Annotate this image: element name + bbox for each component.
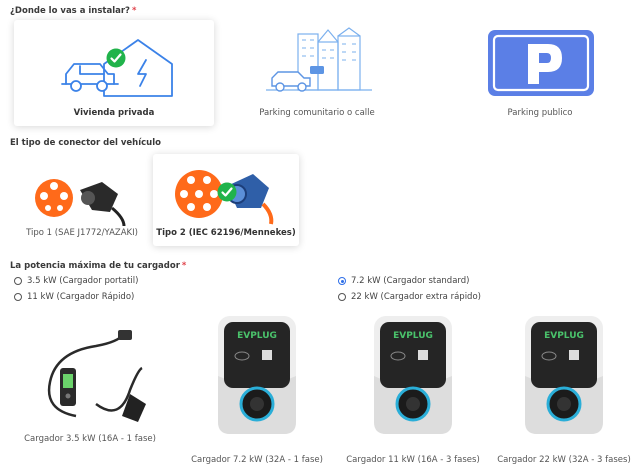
option-parking-publico[interactable]: Parking publico [470,20,610,126]
radio-button[interactable] [338,277,346,285]
option-label: Tipo 1 (SAE J1772/YAZAKI) [26,228,138,238]
check-icon [106,48,126,68]
building-car-icon [266,27,372,92]
option-label: Tipo 2 (IEC 62196/Mennekes) [156,228,296,238]
wallbox-charger-image: EVPLUG [374,316,452,434]
radio-button[interactable] [338,293,346,301]
charger-label: Cargador 11 kW (16A - 3 fases) [346,455,480,465]
charger-option-11kw[interactable]: EVPLUG Cargador 11 kW (16A - 3 fases) [338,316,488,465]
power-question: La potencia máxima de tu cargador * [10,261,187,271]
portable-charger-image [47,330,146,422]
power-option-7-2kw[interactable]: 7.2 kW (Cargador standard) [338,276,469,286]
charger-label: Cargador 3.5 kW (16A - 1 fase) [24,434,156,444]
power-option-3-5kw[interactable]: 3.5 kW (Cargador portatil) [14,276,138,286]
option-label: Parking publico [507,108,573,118]
charger-label: Cargador 22 kW (32A - 3 fases) [497,455,631,465]
brand-logo: EVPLUG [237,331,277,341]
brand-logo: EVPLUG [544,331,584,341]
option-tipo-2[interactable]: Tipo 2 (IEC 62196/Mennekes) [153,154,299,246]
radio-button[interactable] [14,293,22,301]
brand-logo: EVPLUG [393,331,433,341]
charger-option-7-2kw[interactable]: EVPLUG Cargador 7.2 kW (32A - 1 fase) [182,316,332,465]
option-parking-comunitario[interactable]: Parking comunitario o calle [252,20,382,126]
option-label: Vivienda privada [73,108,155,118]
parking-sign-icon [488,30,594,96]
power-option-11kw[interactable]: 11 kW (Cargador Rápido) [14,292,134,302]
installation-question: ¿Donde lo vas a instalar? * [10,6,137,16]
wallbox-charger-image: EVPLUG [218,316,296,434]
charger-option-3-5kw[interactable]: Cargador 3.5 kW (16A - 1 fase) [22,330,158,444]
option-vivienda-privada[interactable]: Vivienda privada [14,20,214,126]
power-option-22kw[interactable]: 22 kW (Cargador extra rápido) [338,292,481,302]
type1-connector-icon [35,179,126,227]
wallbox-charger-image: EVPLUG [525,316,603,434]
charger-option-22kw[interactable]: EVPLUG Cargador 22 kW (32A - 3 fases) [494,316,634,465]
radio-button[interactable] [14,277,22,285]
check-icon [217,182,237,202]
option-label: Parking comunitario o calle [259,108,375,118]
charger-label: Cargador 7.2 kW (32A - 1 fase) [191,455,323,465]
option-tipo-1[interactable]: Tipo 1 (SAE J1772/YAZAKI) [12,154,152,246]
connector-question: El tipo de conector del vehículo [10,138,161,148]
